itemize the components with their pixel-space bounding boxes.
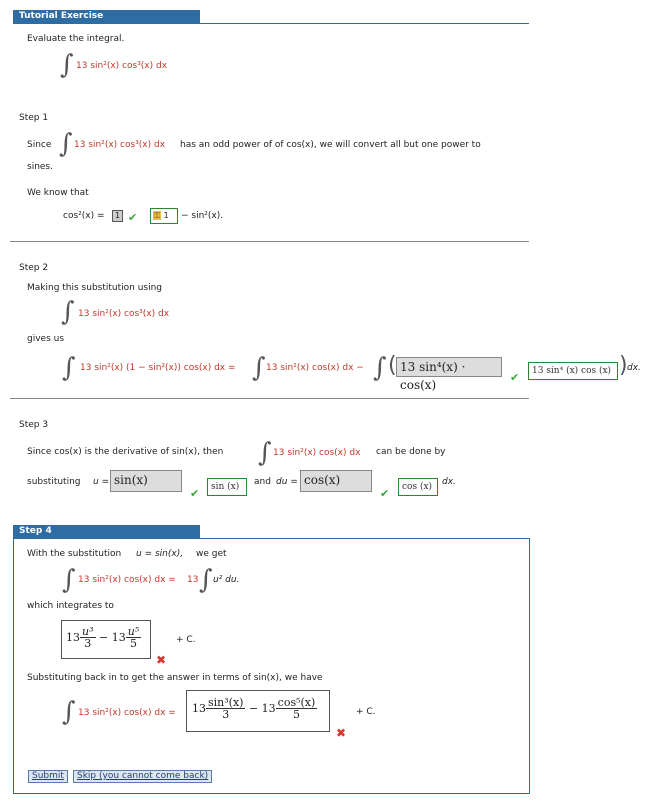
ans1-frac2: u⁵ 5 xyxy=(125,626,142,650)
integral-sign-icon: ∫ xyxy=(373,353,387,383)
step4-u-def: u = sin(x), xyxy=(136,549,184,559)
submit-button[interactable]: Submit xyxy=(28,770,68,783)
identity-key-value: 1 xyxy=(163,211,169,220)
identity-answer-box[interactable]: 1 xyxy=(112,210,123,222)
ans1-den1: 3 xyxy=(84,637,92,650)
step2-expr-a: 13 sin²(x) (1 − sin²(x)) cos(x) dx = xyxy=(80,363,236,373)
step4-coef: 13 xyxy=(187,575,199,585)
divider xyxy=(10,398,529,399)
integral-sign-icon: ∫ xyxy=(61,297,75,327)
intro-prompt: Evaluate the integral. xyxy=(27,34,125,44)
plus-c: + C. xyxy=(356,707,376,717)
integral-sign-icon: ∫ xyxy=(199,565,213,595)
integral-sign-icon: ∫ xyxy=(60,50,74,80)
step2-integrand: 13 sin²(x) cos³(x) dx xyxy=(78,309,170,319)
step4-which: which integrates to xyxy=(27,601,114,611)
step4-with-sub: With the substitution xyxy=(27,549,122,559)
integral-sign-icon: ∫ xyxy=(59,129,73,159)
step1-we-know: We know that xyxy=(27,188,89,198)
step2-expr-b: 13 sin²(x) cos(x) dx − xyxy=(266,363,364,373)
step3-tail: dx. xyxy=(442,477,456,487)
identity-rhs: − sin²(x). xyxy=(181,211,224,221)
identity-lhs: cos²(x) = xyxy=(63,211,105,221)
step2-making: Making this substitution using xyxy=(27,283,163,293)
ans1-coef: 13 xyxy=(66,631,80,644)
ans2-minus: − 13 xyxy=(248,702,276,715)
incorrect-cross-icon: ✖ xyxy=(336,726,347,740)
step2-answer-input[interactable]: 13 sin⁴(x) · cos(x) xyxy=(396,357,502,392)
u-key-box: sin (x) xyxy=(207,478,247,496)
step3-and: and xyxy=(254,477,271,487)
integral-sign-icon: ∫ xyxy=(62,353,76,383)
integral-sign-icon: ∫ xyxy=(62,565,76,595)
step3-du-eq: du = xyxy=(276,477,298,487)
header-rule xyxy=(13,23,529,24)
step3-substituting: substituting xyxy=(27,477,81,487)
step1-text-a: has an odd power of of cos(x), we will c… xyxy=(180,140,481,150)
step4-we-get: we get xyxy=(196,549,227,559)
step1-since: Since xyxy=(27,140,52,150)
plus-c: + C. xyxy=(176,635,196,645)
correct-check-icon: ✔ xyxy=(380,487,390,500)
correct-check-icon: ✔ xyxy=(190,487,200,500)
step3-can-be: can be done by xyxy=(376,447,446,457)
integral-sign-icon: ∫ xyxy=(62,697,76,727)
ans2-frac2: cos⁵(x) 5 xyxy=(275,697,318,721)
intro-integrand: 13 sin²(x) cos³(x) dx xyxy=(76,61,168,71)
step3-u-eq: u = xyxy=(93,477,110,487)
key-icon: ⚿ xyxy=(153,211,162,220)
integral-sign-icon: ∫ xyxy=(252,353,266,383)
ans2-den1: 3 xyxy=(222,708,230,721)
step3-since: Since cos(x) is the derivative of sin(x)… xyxy=(27,447,224,457)
answer1-input[interactable]: 13 u³ 3 − 13 u⁵ 5 xyxy=(61,620,151,659)
step4-expr-rhs: u² du. xyxy=(213,575,240,585)
du-key-box: cos (x) xyxy=(398,478,438,496)
step1-integrand: 13 sin²(x) cos³(x) dx xyxy=(74,140,166,150)
u-answer-input[interactable]: sin(x) xyxy=(110,470,182,492)
divider xyxy=(10,241,529,242)
correct-check-icon: ✔ xyxy=(128,211,138,224)
ans2-den2: 5 xyxy=(292,708,300,721)
step2-label: Step 2 xyxy=(19,263,49,273)
step2-key-box: 13 sin⁴ (x) cos (x) xyxy=(528,362,618,380)
ans1-frac1: u³ 3 xyxy=(80,626,96,649)
step4-expr-lhs: 13 sin²(x) cos(x) dx = xyxy=(78,575,176,585)
du-answer-input[interactable]: cos(x) xyxy=(300,470,372,492)
step4-tab: Step 4 xyxy=(13,525,200,538)
skip-button[interactable]: Skip (you cannot come back) xyxy=(73,770,213,783)
step2-tail: dx. xyxy=(627,363,641,373)
step1-text-b: sines. xyxy=(27,162,53,172)
header-tab: Tutorial Exercise xyxy=(13,10,200,23)
integral-sign-icon: ∫ xyxy=(258,438,272,468)
correct-check-icon: ✔ xyxy=(510,371,520,384)
answer2-input[interactable]: 13 sin³(x) 3 − 13 cos⁵(x) 5 xyxy=(186,690,330,732)
ans2-coef: 13 xyxy=(192,702,206,715)
step4-sub-back: Substituting back in to get the answer i… xyxy=(27,673,323,683)
step3-integrand: 13 sin²(x) cos(x) dx xyxy=(273,448,361,458)
step1-label: Step 1 xyxy=(19,113,49,123)
step3-label: Step 3 xyxy=(19,420,49,430)
ans1-minus: − 13 xyxy=(99,631,126,644)
identity-key-box: ⚿ 1 xyxy=(150,208,178,224)
step2-gives-us: gives us xyxy=(27,334,65,344)
ans1-den2: 5 xyxy=(129,637,137,650)
step4-final-lhs: 13 sin²(x) cos(x) dx = xyxy=(78,708,176,718)
incorrect-cross-icon: ✖ xyxy=(156,653,167,667)
ans2-frac1: sin³(x) 3 xyxy=(206,697,246,721)
